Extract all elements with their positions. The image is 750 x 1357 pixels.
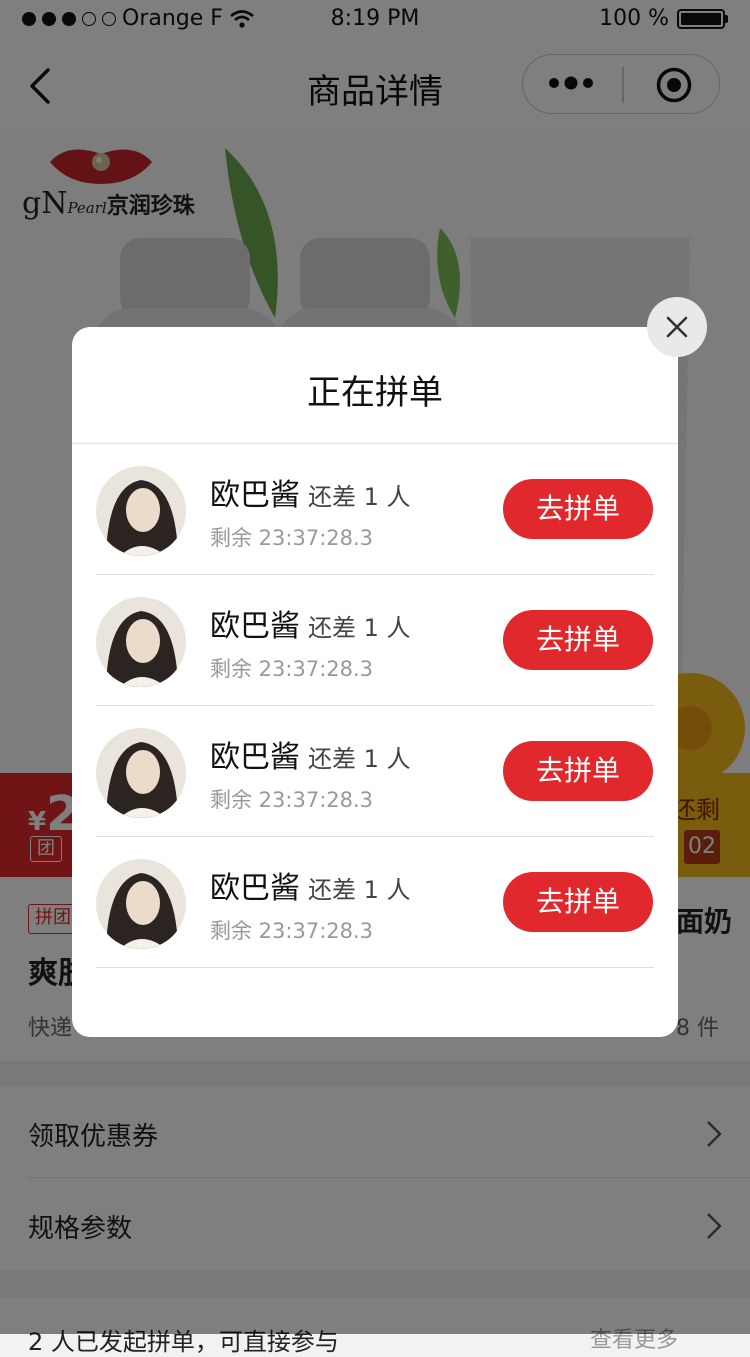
time-remaining: 剩余 23:37:28.3 (210, 657, 374, 681)
user-name: 欧巴酱 还差 1 人 (210, 478, 411, 513)
modal-title: 正在拼单 (307, 373, 443, 413)
group-row: 欧巴酱 还差 1 人 剩余 23:37:28.3 去拼单 (96, 837, 654, 968)
group-row: 欧巴酱 还差 1 人 剩余 23:37:28.3 去拼单 (96, 706, 654, 837)
people-needed: 还差 1 人 (308, 876, 411, 904)
avatar (96, 728, 186, 818)
user-name: 欧巴酱 还差 1 人 (210, 740, 411, 775)
row-divider (96, 967, 654, 968)
people-needed: 还差 1 人 (308, 745, 411, 773)
user-name: 欧巴酱 还差 1 人 (210, 871, 411, 906)
close-button[interactable] (647, 297, 707, 357)
join-group-button[interactable]: 去拼单 (503, 610, 653, 670)
group-buy-modal: 正在拼单 欧巴酱 还差 1 人 剩余 23:37:28.3 去拼单 欧巴酱 还差 1… (72, 327, 678, 1037)
join-group-button[interactable]: 去拼单 (503, 479, 653, 539)
time-remaining: 剩余 23:37:28.3 (210, 788, 374, 812)
close-icon (666, 316, 688, 338)
join-group-button[interactable]: 去拼单 (503, 872, 653, 932)
time-remaining: 剩余 23:37:28.3 (210, 919, 374, 943)
time-remaining: 剩余 23:37:28.3 (210, 526, 374, 550)
avatar (96, 466, 186, 556)
join-group-button[interactable]: 去拼单 (503, 741, 653, 801)
avatar (96, 859, 186, 949)
avatar (96, 597, 186, 687)
group-row: 欧巴酱 还差 1 人 剩余 23:37:28.3 去拼单 (96, 575, 654, 706)
user-name: 欧巴酱 还差 1 人 (210, 609, 411, 644)
group-row: 欧巴酱 还差 1 人 剩余 23:37:28.3 去拼单 (96, 444, 654, 575)
people-needed: 还差 1 人 (308, 614, 411, 642)
people-needed: 还差 1 人 (308, 483, 411, 511)
